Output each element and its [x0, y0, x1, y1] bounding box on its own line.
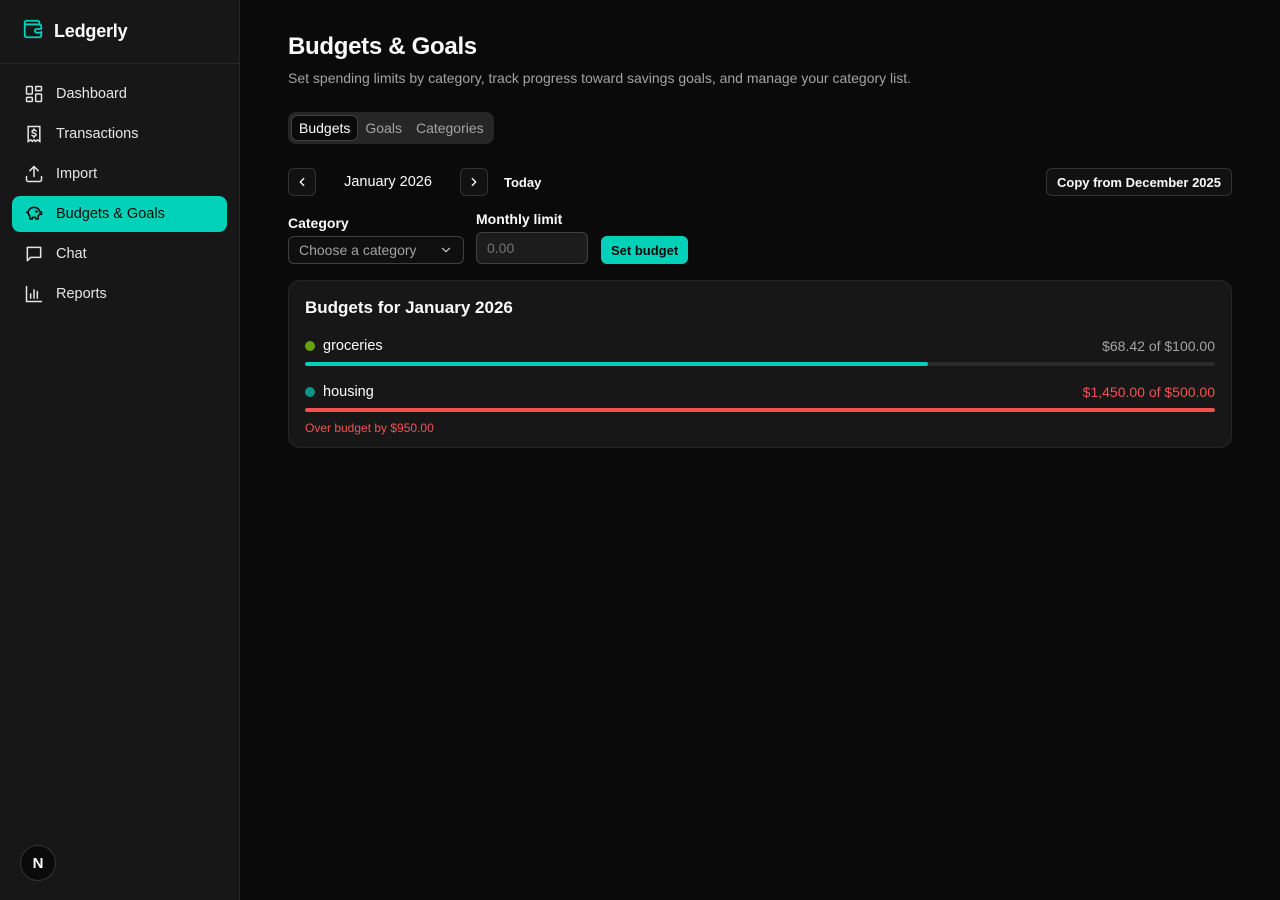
upload-icon [25, 165, 43, 183]
dashboard-grid-icon [25, 85, 43, 103]
budget-row-groceries[interactable]: groceries $68.42 of $100.00 [305, 336, 1215, 366]
chevron-right-icon [471, 177, 477, 187]
budget-progress-fill [305, 408, 1215, 412]
category-select-placeholder: Choose a category [299, 242, 417, 258]
sidebar-item-label: Budgets & Goals [56, 206, 165, 222]
budget-progress-fill [305, 362, 928, 366]
bar-chart-icon [25, 285, 43, 303]
chevron-down-icon [441, 247, 451, 253]
budget-progress-track [305, 362, 1215, 366]
current-month: January 2026 [344, 174, 432, 190]
tab-categories[interactable]: Categories [409, 115, 491, 141]
budget-category-name: groceries [323, 338, 383, 354]
wallet-icon [22, 18, 44, 45]
brand-name: Ledgerly [54, 21, 128, 41]
sidebar-item-label: Import [56, 166, 98, 182]
monthly-limit-input[interactable] [476, 232, 588, 264]
budget-amount: $68.42 of $100.00 [1102, 338, 1215, 354]
sidebar-item-reports[interactable]: Reports [12, 276, 227, 312]
avatar-letter: N [32, 854, 44, 872]
sidebar-item-transactions[interactable]: Transactions [12, 116, 227, 152]
sidebar-item-budgets-goals[interactable]: Budgets & Goals [12, 196, 227, 232]
tab-budgets[interactable]: Budgets [291, 115, 359, 141]
sidebar-item-dashboard[interactable]: Dashboard [12, 76, 227, 112]
budget-row-housing[interactable]: housing $1,450.00 of $500.00 Over budget… [305, 382, 1215, 435]
receipt-dollar-icon [27, 125, 41, 143]
sidebar-item-import[interactable]: Import [12, 156, 227, 192]
sidebar-item-chat[interactable]: Chat [12, 236, 227, 272]
chat-bubble-icon [26, 246, 42, 262]
previous-month-button[interactable] [288, 168, 316, 196]
month-navigator: January 2026 Today [288, 168, 547, 196]
set-budget-button[interactable]: Set budget [601, 236, 689, 264]
sidebar-item-label: Reports [56, 286, 107, 302]
category-label: Category [288, 215, 349, 231]
over-budget-note: Over budget by $950.00 [305, 421, 434, 435]
piggy-bank-icon [25, 206, 43, 220]
monthly-limit-label: Monthly limit [476, 211, 563, 227]
sidebar-item-label: Dashboard [56, 86, 127, 102]
budgets-card: Budgets for January 2026 groceries $68.4… [288, 280, 1232, 448]
brand[interactable]: Ledgerly [0, 0, 239, 64]
sidebar-nav: Dashboard Transactions Import Budgets & … [0, 64, 239, 324]
budget-category-name: housing [323, 384, 374, 400]
page-title: Budgets & Goals [288, 33, 477, 60]
budget-progress-track [305, 408, 1215, 412]
budget-amount: $1,450.00 of $500.00 [1082, 384, 1215, 400]
sidebar-item-label: Transactions [56, 126, 139, 142]
next-month-button[interactable] [460, 168, 488, 196]
tab-goals[interactable]: Goals [358, 115, 409, 141]
chevron-left-icon [299, 177, 305, 187]
avatar[interactable]: N [20, 845, 56, 881]
page-description: Set spending limits by category, track p… [288, 70, 912, 86]
copy-previous-month-button[interactable]: Copy from December 2025 [1045, 168, 1232, 196]
today-button[interactable]: Today [498, 175, 547, 190]
budgets-card-title: Budgets for January 2026 [305, 298, 513, 317]
category-color-dot [305, 387, 315, 397]
category-select[interactable]: Choose a category [288, 236, 464, 264]
category-color-dot [305, 341, 315, 351]
tab-bar: Budgets Goals Categories [288, 112, 494, 144]
sidebar: Ledgerly Dashboard Transactions Import B… [0, 0, 240, 900]
sidebar-item-label: Chat [56, 246, 87, 262]
